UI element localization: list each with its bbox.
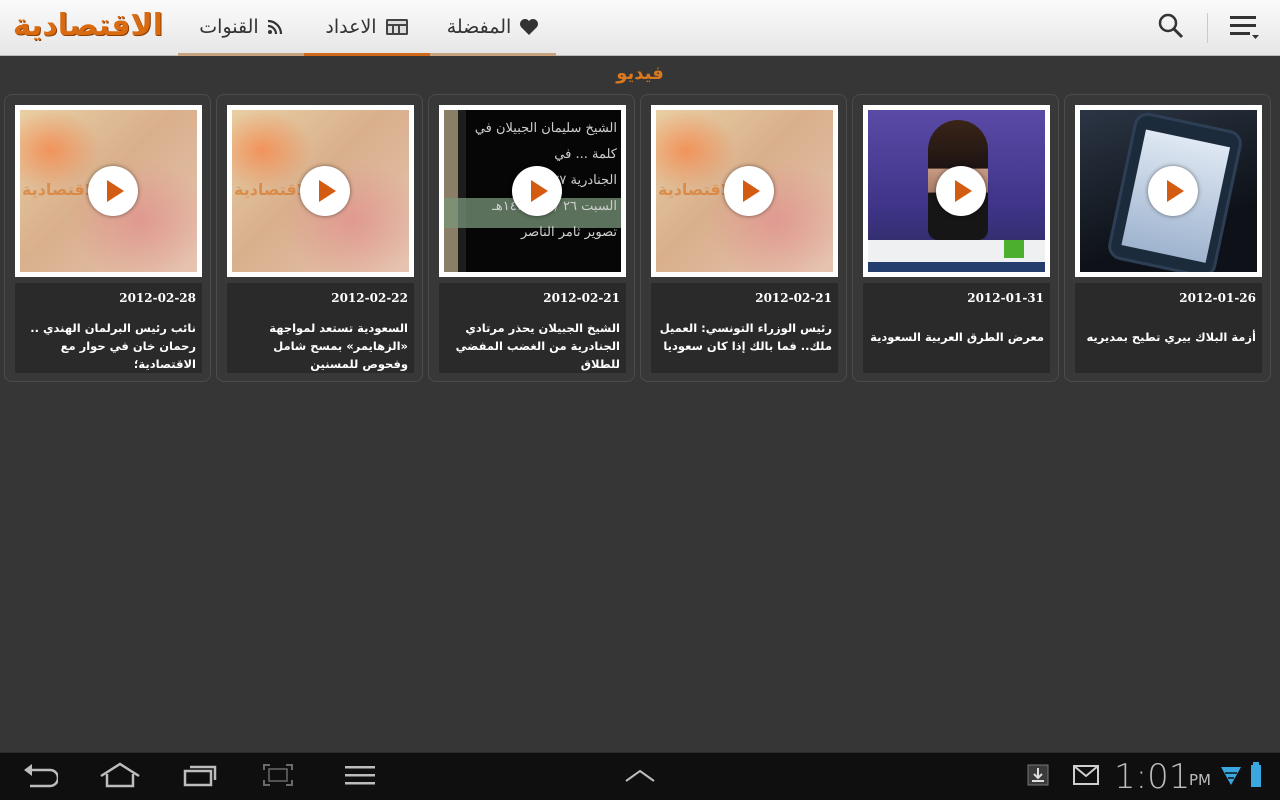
- search-icon: [1157, 12, 1185, 44]
- video-date: 2012-02-21: [543, 291, 620, 305]
- caption-line: تصوير ثامر الناصر: [520, 225, 617, 240]
- screenshot-icon: [262, 763, 294, 791]
- video-date: 2012-02-22: [331, 291, 408, 305]
- menu-button[interactable]: [1208, 0, 1280, 56]
- section-title: فيديو: [616, 63, 664, 84]
- video-card[interactable]: الاقتصادية 2012-02-22 السعودية تستعد لمو…: [216, 94, 423, 382]
- rss-icon: [267, 19, 283, 35]
- video-thumbnail[interactable]: [863, 105, 1050, 277]
- video-card[interactable]: 2012-01-31 معرض الطرق العربية السعودية: [852, 94, 1059, 382]
- play-icon[interactable]: [724, 166, 774, 216]
- thumbnail-strip: [458, 110, 466, 272]
- video-meta: 2012-02-28 نائب رئيس البرلمان الهندي .. …: [15, 283, 202, 373]
- download-icon: [1027, 764, 1049, 790]
- video-card[interactable]: الاقتصادية 2012-02-21 رئيس الوزراء التون…: [640, 94, 847, 382]
- caption-line: الشيخ سليمان الجبيلان في: [474, 121, 617, 136]
- video-date: 2012-02-21: [755, 291, 832, 305]
- newspaper-icon: [385, 18, 409, 36]
- tab-issues[interactable]: الاعداد: [304, 0, 430, 56]
- video-thumbnail[interactable]: [1075, 105, 1262, 277]
- recent-apps-button[interactable]: [170, 753, 230, 800]
- video-title[interactable]: السعودية تستعد لمواجهة «الزهايمر» بمسح ش…: [233, 319, 408, 373]
- news-ticker-bottom: [868, 262, 1045, 272]
- play-icon[interactable]: [88, 166, 138, 216]
- back-icon: [22, 762, 60, 792]
- menu-button[interactable]: [330, 753, 390, 800]
- menu-icon: [345, 764, 375, 790]
- wifi-icon: [1220, 763, 1242, 791]
- video-meta: 2012-02-21 الشيخ الجبيلان يحذر مرتادي ال…: [439, 283, 626, 373]
- video-thumbnail[interactable]: الاقتصادية: [15, 105, 202, 277]
- play-icon[interactable]: [1148, 166, 1198, 216]
- wifi-status: [1216, 753, 1246, 800]
- video-grid: الاقتصادية 2012-02-28 نائب رئيس البرلمان…: [4, 94, 1276, 384]
- up-chevron-icon: [624, 768, 656, 787]
- video-thumbnail[interactable]: الاقتصادية: [651, 105, 838, 277]
- tab-label: المفضلة: [446, 15, 512, 38]
- video-date: 2012-01-31: [967, 291, 1044, 305]
- video-meta: 2012-01-26 أزمة البلاك بيري تطيح بمديريه: [1075, 283, 1262, 373]
- caption-line: كلمة ... في: [554, 147, 617, 162]
- video-card[interactable]: 2012-01-26 أزمة البلاك بيري تطيح بمديريه: [1064, 94, 1271, 382]
- video-title[interactable]: أزمة البلاك بيري تطيح بمديريه: [1081, 328, 1256, 346]
- tab-label: القنوات: [199, 15, 259, 38]
- tab-favorites[interactable]: المفضلة: [430, 0, 556, 56]
- heart-icon: [519, 18, 539, 36]
- video-title[interactable]: معرض الطرق العربية السعودية: [869, 328, 1044, 346]
- recent-apps-icon: [183, 763, 217, 791]
- screenshot-button[interactable]: [248, 753, 308, 800]
- clock-time: 1:01: [1114, 757, 1191, 797]
- header-actions: [1135, 0, 1280, 56]
- video-thumbnail[interactable]: الشيخ سليمان الجبيلان في كلمة ... في الج…: [439, 105, 626, 277]
- video-title[interactable]: الشيخ الجبيلان يحذر مرتادي الجنادرية من …: [445, 319, 620, 373]
- tab-bar: القنوات الاعداد المفضلة: [178, 0, 556, 56]
- battery-icon: [1250, 762, 1262, 792]
- tab-label: الاعداد: [325, 15, 377, 38]
- thumbnail-strip: [444, 110, 458, 272]
- clock-ampm: PM: [1189, 771, 1211, 789]
- app-bar: الاقتصادية القنوات الاعداد المفضلة: [0, 0, 1280, 56]
- menu-icon: [1228, 13, 1260, 43]
- tab-channels[interactable]: القنوات: [178, 0, 304, 56]
- video-card[interactable]: الاقتصادية 2012-02-28 نائب رئيس البرلمان…: [4, 94, 211, 382]
- app-logo[interactable]: الاقتصادية: [8, 6, 168, 46]
- video-date: 2012-01-26: [1179, 291, 1256, 305]
- video-meta: 2012-02-22 السعودية تستعد لمواجهة «الزها…: [227, 283, 414, 373]
- video-thumbnail[interactable]: الاقتصادية: [227, 105, 414, 277]
- video-card[interactable]: الشيخ سليمان الجبيلان في كلمة ... في الج…: [428, 94, 635, 382]
- mail-notification[interactable]: [1058, 753, 1114, 800]
- battery-status: [1244, 753, 1268, 800]
- video-title[interactable]: رئيس الوزراء التونسي: العميل ملك.. فما ب…: [657, 319, 832, 355]
- system-bar: 1:01 PM: [0, 752, 1280, 800]
- video-date: 2012-02-28: [119, 291, 196, 305]
- back-button[interactable]: [10, 753, 70, 800]
- video-meta: 2012-01-31 معرض الطرق العربية السعودية: [863, 283, 1050, 373]
- play-icon[interactable]: [936, 166, 986, 216]
- channel-logo: [1004, 240, 1024, 258]
- up-chevron-button[interactable]: [610, 753, 670, 800]
- mail-icon: [1073, 765, 1099, 789]
- video-meta: 2012-02-21 رئيس الوزراء التونسي: العميل …: [651, 283, 838, 373]
- home-button[interactable]: [90, 753, 150, 800]
- video-title[interactable]: نائب رئيس البرلمان الهندي .. رحمان خان ف…: [21, 319, 196, 373]
- play-icon[interactable]: [300, 166, 350, 216]
- search-button[interactable]: [1135, 0, 1207, 56]
- play-icon[interactable]: [512, 166, 562, 216]
- home-icon: [99, 762, 141, 792]
